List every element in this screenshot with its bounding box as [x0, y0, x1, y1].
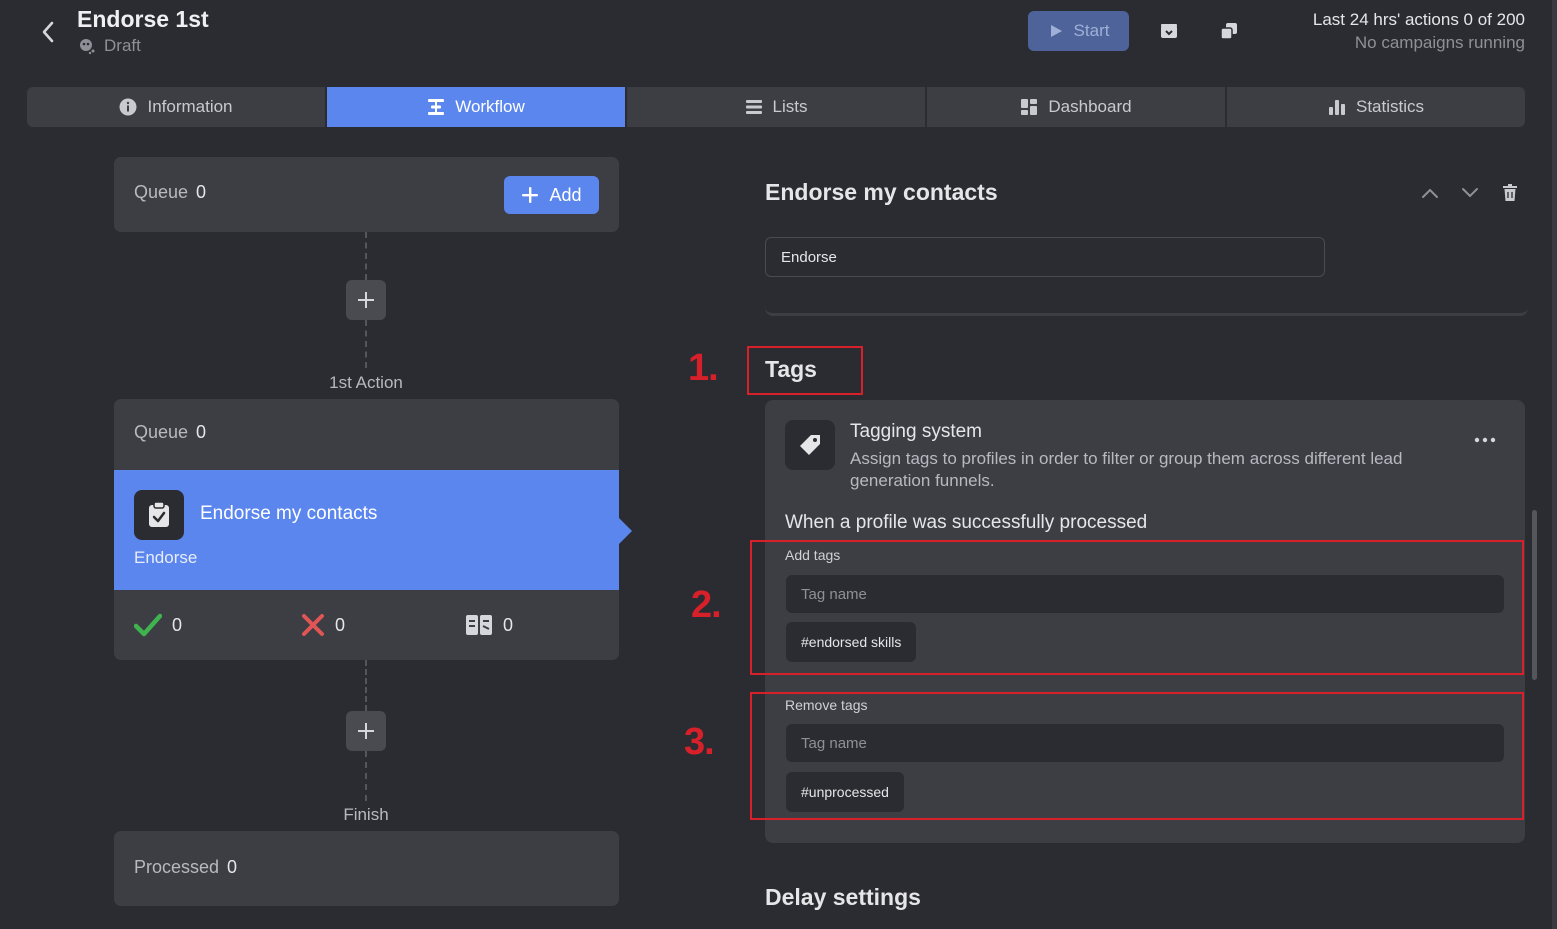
copy-icon — [1220, 23, 1237, 40]
archive-button[interactable] — [1155, 17, 1183, 45]
add-leads-button[interactable]: Add — [504, 176, 599, 214]
plus-icon — [522, 187, 539, 203]
trigger-label: When a profile was successfully processe… — [785, 512, 1148, 533]
insert-step-button[interactable] — [346, 711, 386, 751]
queue-count: 0 — [196, 182, 207, 202]
action-selected-panel[interactable] — [114, 470, 619, 590]
highlight-box-add-tags — [750, 540, 1524, 675]
connector-line — [365, 320, 367, 368]
action-name-input[interactable] — [765, 237, 1325, 277]
processed-count: 0 — [227, 857, 238, 877]
queue-label: Queue — [134, 422, 189, 442]
selection-pointer — [619, 518, 632, 544]
success-stat[interactable]: 0 — [134, 613, 182, 637]
dashboard-icon — [1021, 99, 1038, 115]
step-label: 1st Action — [329, 373, 403, 392]
processed-label: Processed — [134, 857, 220, 877]
chevron-down-icon — [1462, 188, 1478, 198]
processed-card: Processed 0 — [114, 831, 619, 906]
page-scrollbar[interactable] — [1552, 0, 1557, 929]
tab-statistics[interactable]: Statistics — [1227, 87, 1525, 127]
action-title: Endorse my contacts — [200, 503, 378, 524]
finish-label: Finish — [343, 805, 389, 824]
archive-icon — [1161, 24, 1177, 38]
connector-line — [365, 751, 367, 801]
chevron-left-icon — [42, 21, 54, 43]
checkmark-icon — [134, 613, 162, 637]
tag-icon-box — [785, 420, 835, 470]
tab-lists[interactable]: Lists — [627, 87, 927, 127]
clipboard-check-icon — [149, 502, 169, 527]
actions-summary: Last 24 hrs' actions 0 of 200 — [1312, 10, 1525, 29]
annotation-number: 3. — [684, 721, 715, 763]
tab-workflow[interactable]: Workflow — [327, 87, 627, 127]
section-divider — [765, 296, 1528, 316]
insert-step-button[interactable] — [346, 280, 386, 320]
panel-scrollbar-thumb[interactable] — [1532, 510, 1537, 680]
move-down-button[interactable] — [1457, 180, 1483, 206]
action-subtitle: Endorse — [134, 548, 198, 567]
more-horizontal-icon — [1474, 437, 1496, 443]
status-label: Draft — [104, 36, 141, 55]
failed-stat[interactable]: 0 — [301, 613, 345, 637]
start-label: Start — [1073, 21, 1110, 40]
tagging-title: Tagging system — [850, 421, 983, 442]
back-button[interactable] — [36, 18, 60, 46]
page-title: Endorse 1st — [77, 6, 209, 32]
move-up-button[interactable] — [1417, 180, 1443, 206]
connector-line — [365, 232, 367, 280]
more-options-button[interactable] — [1470, 428, 1500, 452]
play-icon — [1050, 25, 1062, 37]
campaigns-running: No campaigns running — [1354, 33, 1525, 52]
duplicate-button[interactable] — [1215, 17, 1243, 45]
chevron-up-icon — [1422, 188, 1438, 198]
campaign-status: Draft — [78, 36, 141, 56]
start-button[interactable]: Start — [1028, 11, 1129, 51]
connector-line — [365, 660, 367, 711]
annotation-number: 1. — [688, 347, 719, 389]
tagging-description: Assign tags to profiles in order to filt… — [850, 449, 1403, 490]
annotation-number: 2. — [691, 584, 722, 626]
draft-icon — [80, 39, 95, 55]
delay-settings-title: Delay settings — [765, 884, 921, 910]
highlight-box-tags — [747, 346, 863, 395]
tab-information[interactable]: Information — [27, 87, 327, 127]
panel-title: Endorse my contacts — [765, 179, 998, 205]
cross-icon — [302, 614, 324, 636]
skipped-icon — [466, 615, 492, 635]
info-icon — [119, 98, 137, 116]
tag-icon — [800, 435, 820, 455]
delete-action-button[interactable] — [1497, 180, 1523, 206]
plus-icon — [358, 723, 374, 739]
trash-icon — [1503, 184, 1517, 201]
action-icon-box — [134, 490, 184, 540]
highlight-box-remove-tags — [750, 692, 1524, 820]
queue-label: Queue — [134, 182, 189, 202]
bar-chart-icon — [1328, 100, 1345, 115]
tab-dashboard[interactable]: Dashboard — [927, 87, 1227, 127]
tab-bar: Information Workflow Lists Dashboard Sta… — [27, 87, 1525, 127]
skipped-stat[interactable]: 0 — [465, 613, 513, 637]
queue-count: 0 — [196, 422, 207, 442]
workflow-icon — [428, 99, 445, 115]
plus-icon — [358, 292, 374, 308]
list-icon — [745, 100, 762, 114]
